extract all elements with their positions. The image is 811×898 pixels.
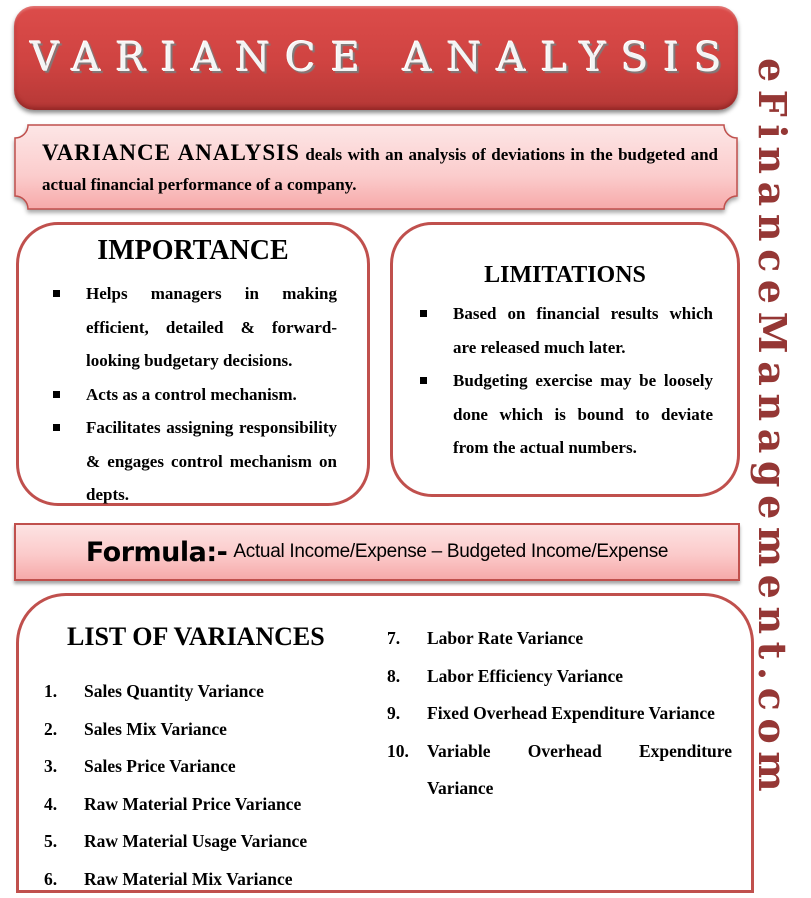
list-item: Based on financial results which are rel… [420, 297, 713, 364]
limitations-list: Based on financial results which are rel… [420, 297, 713, 465]
list-item: 4. Raw Material Price Variance [44, 786, 384, 824]
square-bullet-icon [53, 290, 60, 297]
list-item: Facilitates assigning responsibility & e… [53, 411, 337, 512]
item-number: 8. [387, 665, 401, 686]
intro-lead: VARIANCE ANALYSIS [42, 140, 300, 165]
item-label: Sales Price Variance [84, 756, 236, 776]
brand-watermark: eFinanceManagement.com [750, 58, 795, 800]
item-label: Sales Mix Variance [84, 718, 227, 739]
item-text: Budgeting exercise may be loosely done w… [453, 371, 713, 457]
item-number: 2. [44, 718, 58, 739]
variances-panel: LIST OF VARIANCES 1. Sales Quantity Varia… [16, 593, 754, 893]
item-label: Labor Efficiency Variance [427, 665, 624, 686]
item-text: Facilitates assigning responsibility & e… [86, 418, 337, 504]
item-text: Helps managers in making efficient, deta… [86, 284, 337, 370]
variances-list-right: 7. Labor Rate Variance 8. Labor Efficiency… [387, 620, 732, 808]
list-item: Acts as a control mechanism. [53, 378, 337, 412]
variances-list-left: 1. Sales Quantity Variance 2. Sales Mix Va… [44, 673, 384, 898]
intro-plaque: VARIANCE ANALYSIS deals with an analysis… [14, 124, 738, 210]
importance-panel: IMPORTANCE Helps managers in making effi… [16, 222, 370, 506]
item-number: 6. [44, 868, 58, 889]
item-text: Based on financial results which are rel… [453, 304, 713, 357]
list-item: Helps managers in making efficient, deta… [53, 277, 337, 378]
item-number: 4. [44, 793, 58, 814]
title-banner: VARIANCE ANALYSIS [14, 6, 738, 110]
item-number: 1. [44, 681, 58, 701]
list-item: 2. Sales Mix Variance [44, 711, 384, 749]
item-label: Fixed Overhead Expenditure Variance [427, 703, 715, 723]
page-title: VARIANCE ANALYSIS [30, 35, 737, 81]
item-label: Variable Overhead Expenditure Variance [427, 740, 732, 799]
item-label: Raw Material Mix Variance [84, 868, 293, 889]
list-item: 5. Raw Material Usage Variance [44, 823, 384, 861]
importance-list: Helps managers in making efficient, deta… [53, 277, 337, 512]
square-bullet-icon [53, 390, 60, 398]
importance-title: IMPORTANCE [97, 235, 289, 266]
list-item: 10. Variable Overhead Expenditure Varianc… [387, 733, 732, 808]
square-bullet-icon [420, 310, 427, 317]
square-bullet-icon [420, 377, 427, 384]
item-label: Raw Material Usage Variance [84, 831, 308, 851]
item-number: 9. [387, 703, 401, 723]
intro-text: VARIANCE ANALYSIS deals with an analysis… [42, 138, 718, 200]
limitations-title: LIMITATIONS [484, 262, 646, 288]
list-item: 1. Sales Quantity Variance [44, 673, 384, 711]
list-item: 7. Labor Rate Variance [387, 620, 732, 658]
list-item: 3. Sales Price Variance [44, 748, 384, 786]
limitations-panel: LIMITATIONS Based on financial results w… [390, 222, 740, 497]
item-number: 3. [44, 756, 58, 776]
list-item: Budgeting exercise may be loosely done w… [420, 364, 713, 465]
variances-title: LIST OF VARIANCES [67, 622, 325, 651]
item-label: Labor Rate Variance [427, 628, 584, 648]
item-number: 10. [387, 740, 409, 761]
item-text: Acts as a control mechanism. [86, 384, 297, 404]
item-number: 7. [387, 628, 401, 648]
item-label: Sales Quantity Variance [84, 681, 264, 701]
formula-value: Actual Income/Expense – Budgeted Income/… [233, 541, 669, 562]
list-item: 8. Labor Efficiency Variance [387, 658, 732, 696]
square-bullet-icon [53, 424, 60, 431]
item-number: 5. [44, 831, 58, 851]
list-item: 9. Fixed Overhead Expenditure Variance [387, 695, 732, 733]
item-label: Raw Material Price Variance [84, 793, 302, 814]
list-item: 6. Raw Material Mix Variance [44, 861, 384, 898]
formula-banner: Formula:- Actual Income/Expense – Budget… [14, 523, 740, 581]
formula-label: Formula:- [85, 536, 228, 568]
